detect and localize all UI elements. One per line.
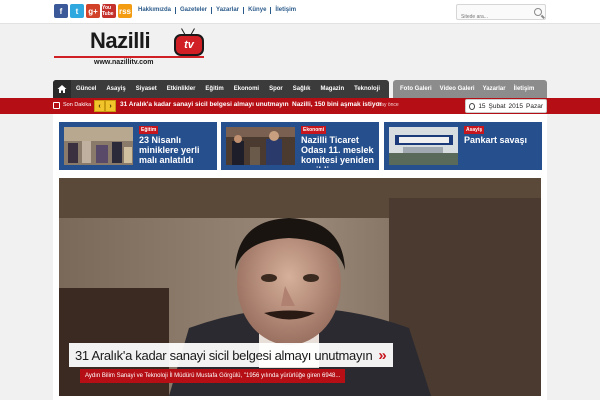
top-link-newspapers[interactable]: Gazeteler [180, 7, 213, 14]
nav-item-egitim[interactable]: Eğitim [200, 86, 228, 92]
nav-item-teknoloji[interactable]: Teknoloji [349, 86, 385, 92]
date-weekday: Pazar [526, 102, 543, 110]
top-links: Hakkımızda Gazeteler Yazarlar Künye İlet… [138, 7, 304, 14]
featured-card[interactable]: Eğitim 23 Nisanlı miniklere yerli malı a… [59, 122, 217, 170]
card-category[interactable]: Asayiş [464, 126, 485, 134]
ticker-news-time: 2 ay önce [377, 102, 399, 108]
hero-slider[interactable]: 31 Aralık'a kadar sanayi sicil belgesi a… [59, 178, 541, 396]
card-category[interactable]: Eğitim [139, 126, 159, 134]
nav-item-saglik[interactable]: Sağlık [288, 86, 316, 92]
nav-item-ekonomi[interactable]: Ekonomi [229, 86, 264, 92]
hero-summary[interactable]: Aydın Bilim Sanayi ve Teknoloji İl Müdür… [80, 369, 346, 383]
search-icon[interactable] [534, 8, 542, 16]
ticker-arrows: ‹ › [94, 100, 116, 112]
ticker-news-item[interactable]: 31 Aralık'a kadar sanayi sicil belgesi a… [120, 101, 289, 108]
featured-card[interactable]: Ekonomi Nazilli Ticaret Odası 11. meslek… [221, 122, 379, 170]
secondary-nav: Foto Galeri Video Galeri Yazarlar İletiş… [393, 80, 547, 98]
ticker-next-button[interactable]: › [105, 100, 116, 112]
nav-home[interactable] [53, 80, 71, 98]
top-link-imprint[interactable]: Künye [248, 7, 272, 14]
hero-headline[interactable]: 31 Aralık'a kadar sanayi sicil belgesi a… [69, 343, 393, 367]
logo-url: www.nazillitv.com [94, 59, 154, 66]
nav-item-iletisim[interactable]: İletişim [510, 86, 539, 92]
nav-item-siyaset[interactable]: Siyaset [131, 86, 162, 92]
top-link-contact[interactable]: İletişim [275, 7, 300, 14]
twitter-icon[interactable]: t [70, 4, 84, 18]
date-display: 15 Şubat 2015 Pazar [465, 99, 547, 113]
news-icon [53, 102, 60, 109]
social-links: f t g+ You Tube rss [54, 4, 132, 18]
card-thumbnail[interactable] [226, 127, 295, 165]
google-plus-icon[interactable]: g+ [86, 4, 100, 18]
main-nav: Güncel Asayiş Siyaset Etkinlikler Eğitim… [53, 80, 389, 98]
nav-item-yazarlar[interactable]: Yazarlar [479, 86, 510, 92]
top-link-authors[interactable]: Yazarlar [216, 7, 245, 14]
card-category[interactable]: Ekonomi [301, 126, 327, 134]
logo-tv-badge: tv [174, 34, 204, 56]
card-thumbnail[interactable] [64, 127, 133, 165]
card-title[interactable]: Nazilli Ticaret Odası 11. meslek komites… [301, 135, 377, 168]
top-link-about[interactable]: Hakkımızda [138, 7, 177, 14]
card-title[interactable]: 23 Nisanlı miniklere yerli malı anlatıld… [139, 135, 215, 168]
home-icon [57, 85, 67, 93]
featured-card[interactable]: Asayiş Pankart savaşı [384, 122, 542, 170]
logo-name: Nazilli [90, 28, 151, 53]
nav-item-guncel[interactable]: Güncel [71, 86, 101, 92]
nav-item-magazin[interactable]: Magazin [315, 86, 349, 92]
date-year: 2015 [508, 102, 524, 110]
ticker-news-item[interactable]: Nazilli, 150 bini aşmak istiyor [292, 101, 382, 108]
clock-icon [469, 102, 476, 110]
nav-item-video-galeri[interactable]: Video Galeri [436, 86, 479, 92]
logo-underline [54, 56, 204, 58]
read-more-icon[interactable]: » [378, 347, 386, 364]
breaking-news-ticker: Son Dakika ‹ › 31 Aralık'a kadar sanayi … [0, 98, 600, 114]
nav-item-spor[interactable]: Spor [264, 86, 288, 92]
nav-item-foto-galeri[interactable]: Foto Galeri [396, 86, 436, 92]
facebook-icon[interactable]: f [54, 4, 68, 18]
card-title[interactable]: Pankart savaşı [464, 135, 540, 168]
card-thumbnail[interactable] [389, 127, 458, 165]
ticker-prev-button[interactable]: ‹ [94, 100, 105, 112]
nav-item-asayis[interactable]: Asayiş [101, 86, 130, 92]
date-month: Şubat [488, 102, 506, 110]
nav-item-etkinlikler[interactable]: Etkinlikler [162, 86, 201, 92]
date-day: 15 [478, 102, 486, 110]
ticker-label: Son Dakika [63, 102, 92, 108]
search-input[interactable] [457, 10, 529, 24]
youtube-icon[interactable]: You Tube [102, 4, 116, 18]
rss-icon[interactable]: rss [118, 4, 132, 18]
hero-headline-text[interactable]: 31 Aralık'a kadar sanayi sicil belgesi a… [75, 348, 373, 363]
site-logo[interactable]: Nazilli tv www.nazillitv.com [54, 28, 204, 66]
search-box [456, 4, 546, 24]
top-bar: f t g+ You Tube rss Hakkımızda Gazeteler… [0, 0, 600, 24]
